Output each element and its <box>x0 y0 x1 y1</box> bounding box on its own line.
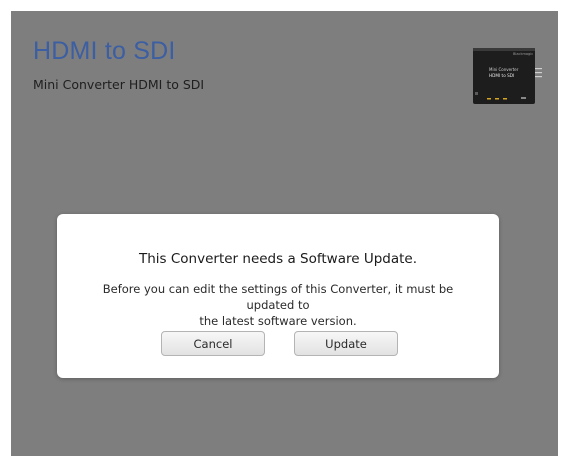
software-update-dialog: This Converter needs a Software Update. … <box>57 214 499 378</box>
modal-overlay: This Converter needs a Software Update. … <box>0 0 569 456</box>
dialog-message-line-2: the latest software version. <box>199 314 357 328</box>
dialog-message-line-1: Before you can edit the settings of this… <box>102 282 454 312</box>
dialog-title: This Converter needs a Software Update. <box>138 251 417 267</box>
update-button[interactable]: Update <box>294 331 398 356</box>
dialog-message: Before you can edit the settings of this… <box>87 281 469 329</box>
cancel-button[interactable]: Cancel <box>161 331 265 356</box>
